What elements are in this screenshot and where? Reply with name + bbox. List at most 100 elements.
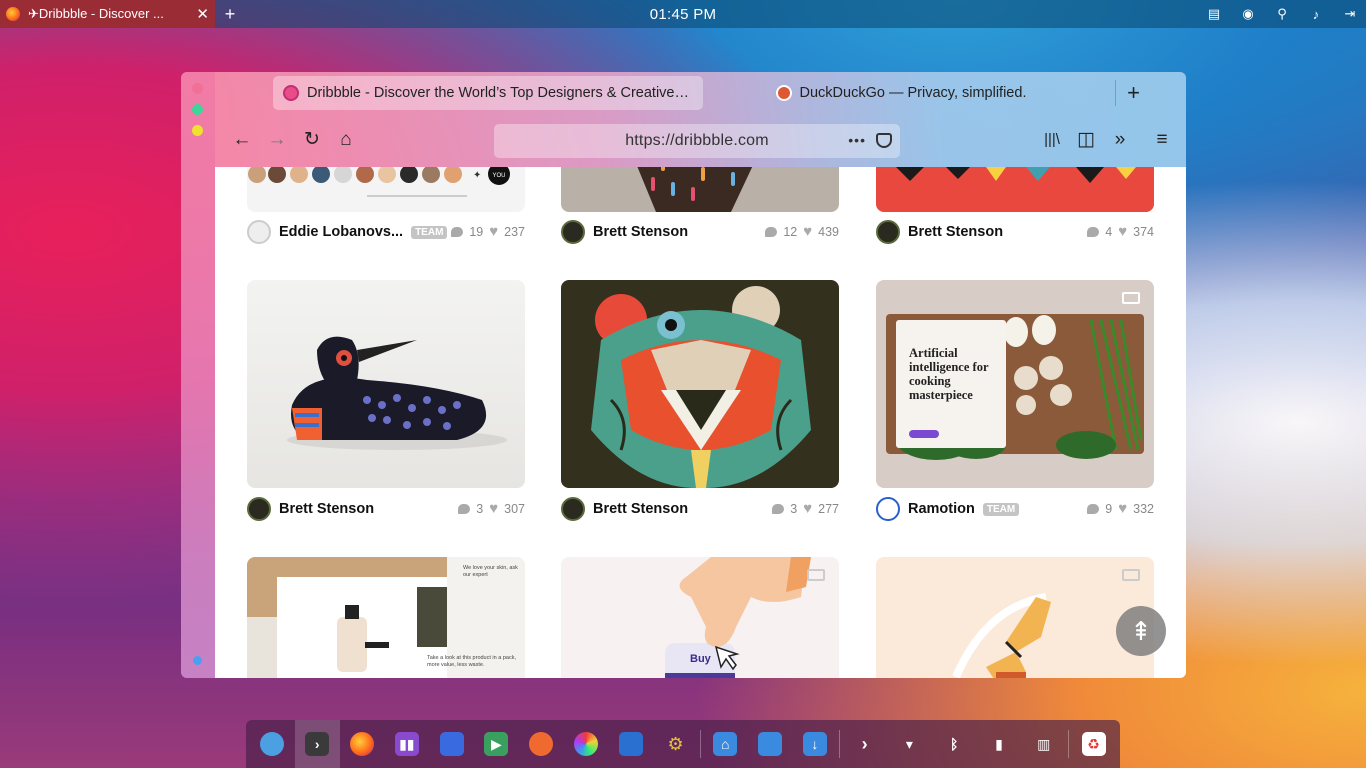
tab-label: Dribbble - Discover the World’s Top Desi…: [307, 85, 693, 101]
close-window-button[interactable]: [192, 83, 203, 94]
shot-stats: 9 ♥ 332: [1087, 501, 1154, 516]
sidebar-icon[interactable]: ◫: [1074, 130, 1098, 150]
author-name[interactable]: Brett Stenson: [593, 501, 688, 517]
tab-dribbble[interactable]: Dribbble - Discover the World’s Top Desi…: [273, 76, 703, 110]
add-icon[interactable]: +: [215, 4, 245, 25]
avatar[interactable]: [876, 497, 900, 521]
heart-icon[interactable]: ♥: [489, 501, 498, 516]
back-icon[interactable]: ←: [230, 130, 254, 150]
dock-item-downloads-folder[interactable]: ↓: [792, 720, 837, 768]
shot-thumbnail[interactable]: Buy: [561, 557, 839, 678]
tab-label: DuckDuckGo — Privacy, simplified.: [799, 85, 1027, 101]
dock-item-documents-folder[interactable]: [748, 720, 793, 768]
heart-icon[interactable]: ♥: [803, 501, 812, 516]
top-panel: ✈Dribbble - Discover ... ✕ + 01:45 PM ▤ …: [0, 0, 1366, 28]
music-icon[interactable]: ♪: [1308, 7, 1324, 22]
panel-window-tab[interactable]: ✈Dribbble - Discover ... ✕: [0, 0, 215, 28]
author-name[interactable]: Eddie Lobanovs...: [279, 224, 403, 240]
buy-label: Buy: [690, 653, 711, 665]
forward-icon[interactable]: →: [265, 130, 289, 150]
dock-item-firefox[interactable]: [340, 720, 385, 768]
pocket-icon[interactable]: [876, 133, 892, 148]
kanban-icon: ▮▮: [394, 732, 419, 756]
dock-item-wifi[interactable]: ▾: [887, 720, 932, 768]
home-icon[interactable]: ⌂: [334, 130, 358, 150]
logout-icon[interactable]: ⇥: [1342, 6, 1358, 22]
folder-icon: [439, 732, 464, 756]
dock-item-bluetooth[interactable]: ᛒ: [932, 720, 977, 768]
comment-icon: [772, 504, 785, 514]
shot-meta: Brett Stenson 12 ♥ 439: [561, 219, 839, 245]
like-count: 374: [1133, 225, 1154, 239]
window-controls: [181, 72, 215, 678]
dock-item-package[interactable]: [608, 720, 653, 768]
maximize-window-button[interactable]: [192, 104, 203, 115]
shot-thumbnail[interactable]: We love your skin, ask our expert Take a…: [247, 557, 525, 678]
author-name[interactable]: Brett Stenson: [908, 224, 1003, 240]
battery-icon: ▮: [995, 735, 1003, 752]
author-name[interactable]: Brett Stenson: [279, 501, 374, 517]
dock-item-battery[interactable]: ▮: [977, 720, 1022, 768]
page-actions-icon[interactable]: •••: [848, 132, 866, 148]
dock-item-files[interactable]: [429, 720, 474, 768]
heart-icon[interactable]: ♥: [1118, 501, 1127, 516]
dock-separator: [1068, 730, 1070, 758]
shot-thumbnail[interactable]: [876, 167, 1154, 212]
dock-item-terminal[interactable]: ›: [294, 720, 340, 768]
browser-window: Dribbble - Discover the World’s Top Desi…: [181, 72, 1186, 678]
library-icon[interactable]: |||\: [1040, 130, 1064, 150]
team-badge: TEAM: [982, 502, 1020, 516]
dock-item-finder[interactable]: [250, 720, 295, 768]
avatar[interactable]: [561, 220, 585, 244]
dock-item-color-picker[interactable]: [564, 720, 609, 768]
avatar[interactable]: [876, 220, 900, 244]
heart-icon[interactable]: ♥: [1118, 224, 1127, 239]
dock-item-panels[interactable]: ▥: [1021, 720, 1066, 768]
dock-item-settings[interactable]: ⚙: [653, 720, 698, 768]
shot-stats: 4 ♥ 374: [1087, 224, 1154, 239]
shot-thumbnail[interactable]: Artificial intelligence for cooking mast…: [876, 280, 1154, 488]
web-card-text-1: We love your skin, ask our expert: [463, 565, 518, 578]
dock-item-games[interactable]: [519, 720, 564, 768]
dock-item-kanban[interactable]: ▮▮: [384, 720, 429, 768]
search-icon[interactable]: ⚲: [1274, 6, 1290, 22]
url-bar[interactable]: https://dribbble.com •••: [494, 124, 900, 158]
tab-duckduckgo[interactable]: DuckDuckGo — Privacy, simplified.: [703, 76, 1099, 110]
dock-item-media-player[interactable]: ▶: [474, 720, 519, 768]
minimize-window-button[interactable]: [192, 125, 203, 136]
shot-meta: Brett Stenson 3 ♥ 277: [561, 496, 839, 522]
dock-item-trash[interactable]: ♻: [1071, 720, 1116, 768]
shot-thumbnail[interactable]: ✦ YOU: [247, 167, 525, 212]
avatar[interactable]: [561, 497, 585, 521]
dock-item-arrow[interactable]: ›: [842, 720, 887, 768]
author-name[interactable]: Ramotion: [908, 501, 975, 517]
avatar-row: ✦: [248, 167, 510, 185]
shot-thumbnail[interactable]: [561, 167, 839, 212]
menu-icon[interactable]: ≡: [1150, 130, 1174, 150]
panel-window-title: ✈Dribbble - Discover ...: [28, 6, 164, 21]
url-text: https://dribbble.com: [625, 132, 769, 149]
dock-item-home-folder[interactable]: ⌂: [703, 720, 748, 768]
heart-icon[interactable]: ♥: [489, 224, 498, 239]
new-tab-button[interactable]: +: [1115, 80, 1151, 106]
avatar[interactable]: [247, 497, 271, 521]
storage-icon[interactable]: ▤: [1206, 6, 1222, 22]
scroll-to-top-button[interactable]: ⇞: [1116, 606, 1166, 656]
overflow-icon[interactable]: »: [1108, 130, 1132, 150]
like-count: 439: [818, 225, 839, 239]
shot-stats: 3 ♥ 307: [458, 501, 525, 516]
documents-folder-icon: [758, 732, 783, 756]
shot-stats: 19 ♥ 237: [451, 224, 525, 239]
arrow-up-icon: ⇞: [1130, 615, 1152, 646]
shot-thumbnail[interactable]: [247, 280, 525, 488]
trash-icon: ♻: [1081, 732, 1106, 756]
close-icon[interactable]: ✕: [196, 5, 209, 23]
shot-thumbnail[interactable]: [876, 557, 1154, 678]
record-icon[interactable]: ◉: [1240, 6, 1256, 22]
reload-icon[interactable]: ↻: [300, 130, 324, 150]
author-name[interactable]: Brett Stenson: [593, 224, 688, 240]
avatar[interactable]: [247, 220, 271, 244]
heart-icon[interactable]: ♥: [803, 224, 812, 239]
gears-icon: ⚙: [667, 733, 684, 754]
shot-thumbnail[interactable]: [561, 280, 839, 488]
